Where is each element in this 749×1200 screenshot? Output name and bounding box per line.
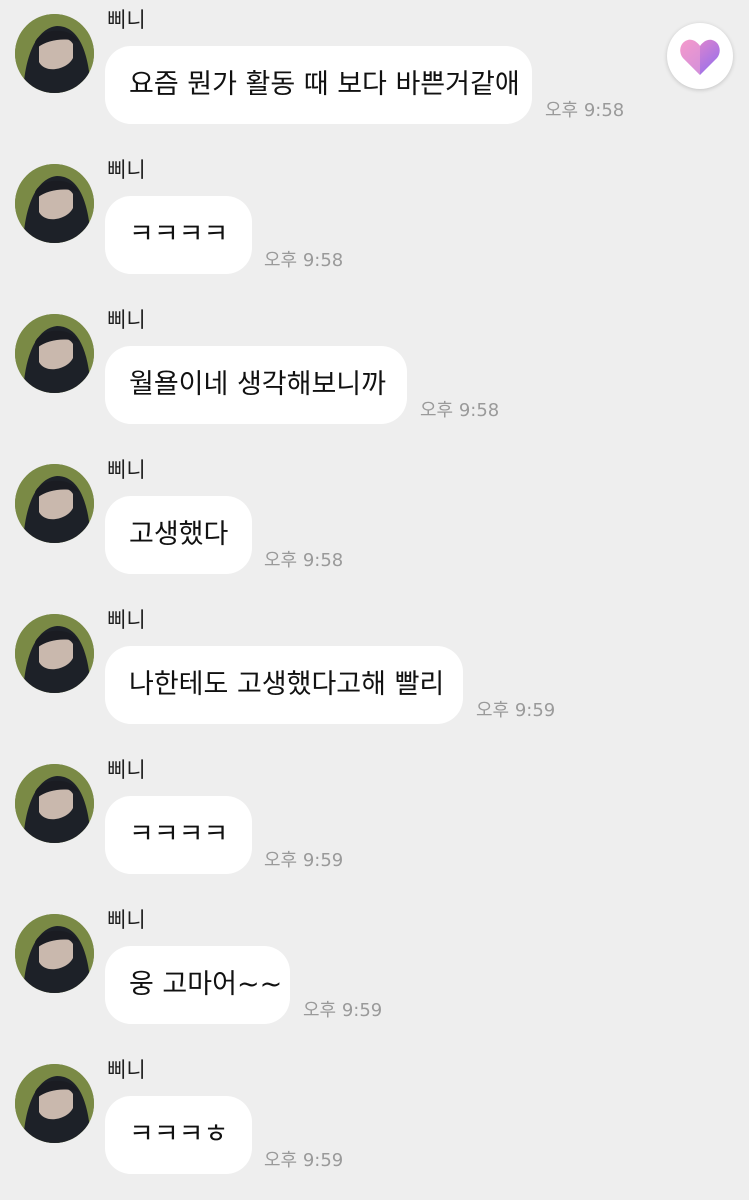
message-bubble[interactable]: 나한테도 고생했다고해 빨리 [105, 646, 463, 724]
sender-avatar[interactable] [15, 764, 94, 843]
message-time: 오후 9:58 [545, 100, 625, 121]
message-row: 삐니 ㅋㅋㅋㅋ 오후 9:59 [0, 750, 749, 900]
sender-name: 삐니 [107, 308, 146, 332]
message-row: 삐니 고생했다 오후 9:58 [0, 450, 749, 600]
message-bubble[interactable]: 고생했다 [105, 496, 252, 574]
message-bubble[interactable]: ㅋㅋㅋㅋ [105, 196, 252, 274]
sender-name: 삐니 [107, 8, 146, 32]
message-row: 삐니 월욜이네 생각해보니까 오후 9:58 [0, 300, 749, 450]
sender-name: 삐니 [107, 458, 146, 482]
sender-name: 삐니 [107, 758, 146, 782]
message-time: 오후 9:59 [264, 850, 344, 871]
sender-avatar[interactable] [15, 314, 94, 393]
sender-name: 삐니 [107, 158, 146, 182]
sender-avatar[interactable] [15, 164, 94, 243]
message-time: 오후 9:58 [420, 400, 500, 421]
message-time: 오후 9:59 [476, 700, 556, 721]
message-bubble[interactable]: ㅋㅋㅋㅋ [105, 796, 252, 874]
sender-avatar[interactable] [15, 914, 94, 993]
sender-avatar[interactable] [15, 614, 94, 693]
message-row: 삐니 ㅋㅋㅋㅋ 오후 9:58 [0, 150, 749, 300]
sender-name: 삐니 [107, 908, 146, 932]
message-time: 오후 9:59 [303, 1000, 383, 1021]
message-row: 삐니 요즘 뭔가 활동 때 보다 바쁜거같애 오후 9:58 [0, 0, 749, 150]
sender-avatar[interactable] [15, 1064, 94, 1143]
sender-avatar[interactable] [15, 14, 94, 93]
message-bubble[interactable]: 요즘 뭔가 활동 때 보다 바쁜거같애 [105, 46, 532, 124]
message-time: 오후 9:58 [264, 550, 344, 571]
message-time: 오후 9:59 [264, 1150, 344, 1171]
message-bubble[interactable]: 웅 고마어~~ [105, 946, 290, 1024]
heart-icon [680, 39, 720, 75]
sender-avatar[interactable] [15, 464, 94, 543]
message-row: 삐니 ㅋㅋㅋㅎ 오후 9:59 [0, 1050, 749, 1200]
heart-button[interactable] [667, 23, 733, 89]
message-row: 삐니 웅 고마어~~ 오후 9:59 [0, 900, 749, 1050]
sender-name: 삐니 [107, 1058, 146, 1082]
message-bubble[interactable]: ㅋㅋㅋㅎ [105, 1096, 252, 1174]
message-bubble[interactable]: 월욜이네 생각해보니까 [105, 346, 407, 424]
sender-name: 삐니 [107, 608, 146, 632]
chat-screen: 삐니 요즘 뭔가 활동 때 보다 바쁜거같애 오후 9:58 삐니 ㅋㅋㅋㅋ 오… [0, 0, 749, 1200]
message-time: 오후 9:58 [264, 250, 344, 271]
message-row: 삐니 나한테도 고생했다고해 빨리 오후 9:59 [0, 600, 749, 750]
